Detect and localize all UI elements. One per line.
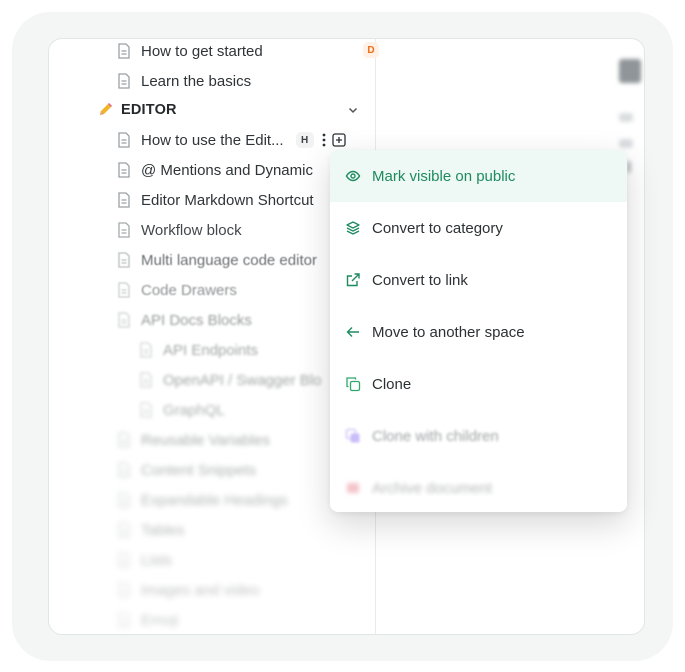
document-icon bbox=[118, 192, 130, 208]
menu-item-label: Clone bbox=[372, 375, 412, 393]
sidebar-item-how-to-get-started[interactable]: How to get started D bbox=[117, 39, 379, 66]
document-icon bbox=[118, 612, 130, 628]
document-icon bbox=[118, 73, 130, 89]
document-icon bbox=[118, 222, 130, 238]
chevron-down-icon[interactable] bbox=[347, 104, 359, 116]
document-context-menu: Mark visible on public Convert to catego… bbox=[330, 150, 627, 512]
sidebar-item-api-endpoints[interactable]: API Endpoints bbox=[139, 335, 258, 365]
blurred-document-text bbox=[619, 113, 633, 122]
sidebar-item-label: Emoji bbox=[141, 611, 179, 629]
sidebar-item-markdown-shortcuts[interactable]: Editor Markdown Shortcut bbox=[117, 185, 314, 215]
document-icon bbox=[118, 522, 130, 538]
sidebar-item-label: Tables bbox=[141, 521, 185, 539]
sidebar-item-label: Images and video bbox=[141, 581, 260, 599]
sidebar-item-api-docs-blocks[interactable]: API Docs Blocks bbox=[117, 305, 252, 335]
sidebar-category-editor[interactable]: EDITOR bbox=[97, 95, 375, 125]
blurred-document-text bbox=[619, 139, 633, 148]
menu-item-archive[interactable]: Archive document bbox=[330, 462, 627, 514]
menu-item-clone[interactable]: Clone bbox=[330, 358, 627, 410]
sidebar-item-label: API Docs Blocks bbox=[141, 311, 252, 329]
pencil-emoji-icon bbox=[100, 103, 112, 115]
document-icon bbox=[140, 342, 152, 358]
sidebar-item-how-to-use-editor[interactable]: How to use the Edit... H bbox=[117, 125, 346, 155]
sidebar-item-lists[interactable]: Lists bbox=[117, 545, 172, 575]
eye-icon bbox=[345, 170, 361, 182]
document-icon bbox=[118, 132, 130, 148]
sidebar-item-label: Expandable Headings bbox=[141, 491, 288, 509]
sidebar-item-label: @ Mentions and Dynamic bbox=[141, 161, 313, 179]
document-icon bbox=[118, 282, 130, 298]
sidebar-item-label: GraphQL bbox=[163, 401, 225, 419]
category-label: EDITOR bbox=[121, 102, 177, 118]
document-icon bbox=[118, 432, 130, 448]
document-icon bbox=[118, 462, 130, 478]
sidebar-item-images-and-video[interactable]: Images and video bbox=[117, 575, 259, 605]
sidebar-item-label: Reusable Variables bbox=[141, 431, 270, 449]
document-icon bbox=[140, 372, 152, 388]
sidebar-item-label: Editor Markdown Shortcut bbox=[141, 191, 314, 209]
blurred-document-title bbox=[619, 59, 641, 83]
sidebar-item-content-snippets[interactable]: Content Snippets bbox=[117, 455, 256, 485]
sidebar-item-label: Content Snippets bbox=[141, 461, 257, 479]
sidebar-item-reusable-variables[interactable]: Reusable Variables bbox=[117, 425, 270, 455]
copy-icon bbox=[346, 377, 361, 392]
sidebar-item-label: Lists bbox=[141, 551, 172, 569]
layers-icon bbox=[346, 221, 360, 235]
menu-item-clone-with-children[interactable]: Clone with children bbox=[330, 410, 627, 462]
add-child-icon[interactable] bbox=[331, 133, 346, 147]
document-icon bbox=[118, 492, 130, 508]
sidebar-item-label: Code Drawers bbox=[141, 281, 237, 299]
sidebar-item-openapi-swagger[interactable]: OpenAPI / Swagger Blo bbox=[139, 365, 321, 395]
document-icon bbox=[118, 552, 130, 568]
document-icon bbox=[118, 582, 130, 598]
sidebar-item-workflow-block[interactable]: Workflow block bbox=[117, 215, 242, 245]
sidebar-item-expandable-headings[interactable]: Expandable Headings bbox=[117, 485, 288, 515]
menu-item-convert-to-link[interactable]: Convert to link bbox=[330, 254, 627, 306]
sidebar-item-label: Learn the basics bbox=[141, 72, 252, 90]
doc-status-badge: H bbox=[295, 132, 314, 148]
sidebar-item-label: OpenAPI / Swagger Blo bbox=[163, 371, 322, 389]
sidebar-item-learn-the-basics[interactable]: Learn the basics bbox=[117, 66, 251, 96]
sidebar-item-emoji[interactable]: Emoji bbox=[117, 605, 179, 634]
menu-item-label: Archive document bbox=[372, 479, 493, 497]
sidebar-item-multi-language-code[interactable]: Multi language code editor bbox=[117, 245, 317, 275]
sidebar-item-graphql[interactable]: GraphQL bbox=[139, 395, 225, 425]
copy-children-icon bbox=[345, 428, 360, 443]
menu-item-move-to-space[interactable]: Move to another space bbox=[330, 306, 627, 358]
document-icon bbox=[140, 402, 152, 418]
document-icon bbox=[118, 312, 130, 328]
menu-item-mark-visible[interactable]: Mark visible on public bbox=[330, 150, 627, 202]
sidebar-item-mentions[interactable]: @ Mentions and Dynamic bbox=[117, 155, 313, 185]
archive-icon bbox=[347, 483, 359, 493]
sidebar-item-code-drawers[interactable]: Code Drawers bbox=[117, 275, 237, 305]
external-link-icon bbox=[346, 273, 360, 287]
document-icon bbox=[118, 162, 130, 178]
document-icon bbox=[118, 252, 130, 268]
sidebar-item-label: How to use the Edit... bbox=[141, 131, 284, 149]
sidebar-item-tables[interactable]: Tables bbox=[117, 515, 184, 545]
more-options-icon[interactable] bbox=[322, 133, 326, 147]
sidebar-item-label: Multi language code editor bbox=[141, 251, 317, 269]
sidebar-item-label: Workflow block bbox=[141, 221, 242, 239]
sidebar-item-label: API Endpoints bbox=[163, 341, 259, 359]
sidebar-item-label: How to get started bbox=[141, 42, 263, 60]
menu-item-convert-to-category[interactable]: Convert to category bbox=[330, 202, 627, 254]
menu-item-label: Move to another space bbox=[372, 323, 525, 341]
menu-item-label: Clone with children bbox=[372, 427, 499, 445]
menu-item-label: Mark visible on public bbox=[372, 167, 516, 185]
menu-item-label: Convert to link bbox=[372, 271, 468, 289]
menu-item-label: Convert to category bbox=[372, 219, 503, 237]
blurred-document-text bbox=[627, 161, 631, 173]
document-icon bbox=[118, 43, 130, 59]
arrow-left-icon bbox=[346, 327, 359, 337]
